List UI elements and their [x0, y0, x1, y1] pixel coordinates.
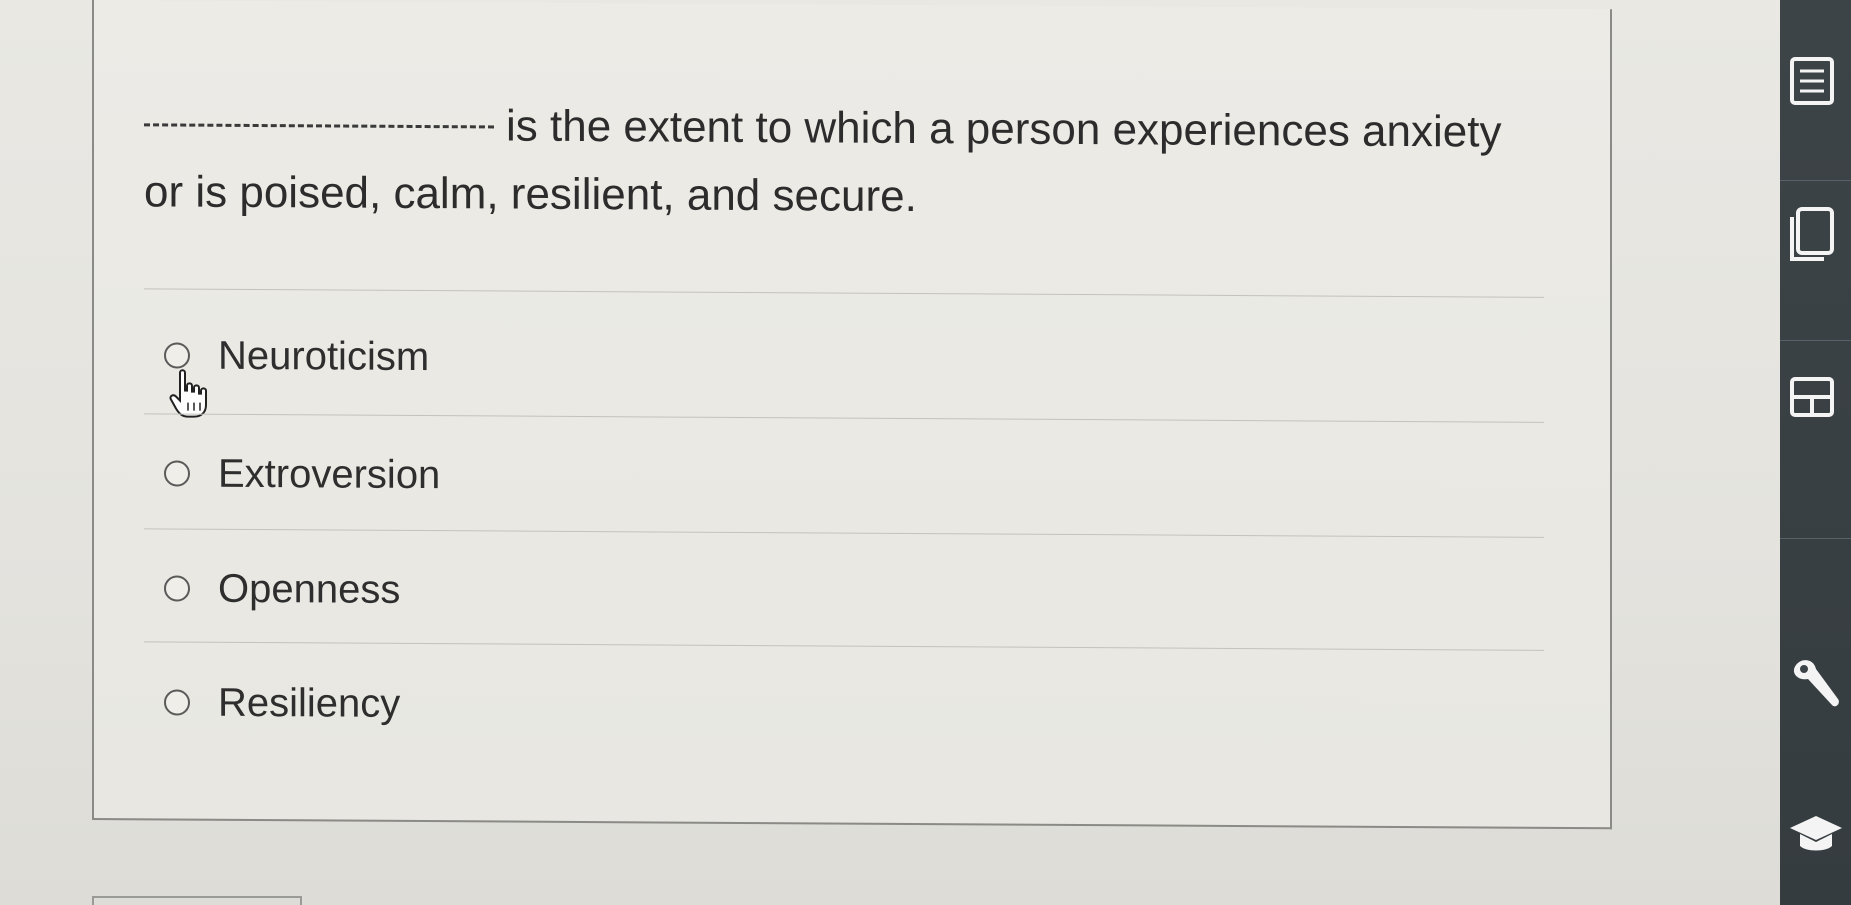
- quiz-page: is the extent to which a person experien…: [0, 0, 1851, 905]
- radio-button[interactable]: [164, 575, 190, 602]
- radio-button[interactable]: [164, 689, 190, 716]
- option-label: Extroversion: [218, 451, 441, 497]
- notes-icon[interactable]: [1788, 55, 1838, 118]
- option-resiliency[interactable]: Resiliency: [164, 672, 400, 733]
- option-divider: [144, 641, 1544, 651]
- right-sidebar: [1780, 0, 1851, 905]
- radio-button[interactable]: [164, 342, 190, 369]
- question-text: is the extent to which a person experien…: [144, 101, 1502, 222]
- option-openness[interactable]: Openness: [164, 558, 400, 619]
- hand-pointer-icon: [169, 369, 207, 418]
- option-extroversion[interactable]: Extroversion: [164, 443, 440, 505]
- gradebook-icon[interactable]: [1788, 375, 1838, 430]
- wrench-icon[interactable]: [1788, 655, 1844, 726]
- next-panel-edge: [92, 896, 302, 905]
- radio-button[interactable]: [164, 460, 190, 487]
- question-card: is the extent to which a person experien…: [92, 0, 1612, 830]
- option-divider: [144, 528, 1544, 538]
- option-divider: [144, 413, 1544, 423]
- documents-icon[interactable]: [1788, 205, 1838, 276]
- option-label: Resiliency: [218, 680, 401, 726]
- option-label: Openness: [218, 566, 401, 612]
- option-label: Neuroticism: [218, 333, 430, 379]
- graduation-cap-icon[interactable]: [1788, 810, 1844, 869]
- question-prompt: is the extent to which a person experien…: [144, 90, 1544, 235]
- answer-blank: [144, 123, 494, 129]
- sidebar-divider: [1780, 538, 1851, 539]
- option-divider: [144, 288, 1544, 298]
- sidebar-divider: [1780, 340, 1851, 341]
- sidebar-divider: [1780, 180, 1851, 181]
